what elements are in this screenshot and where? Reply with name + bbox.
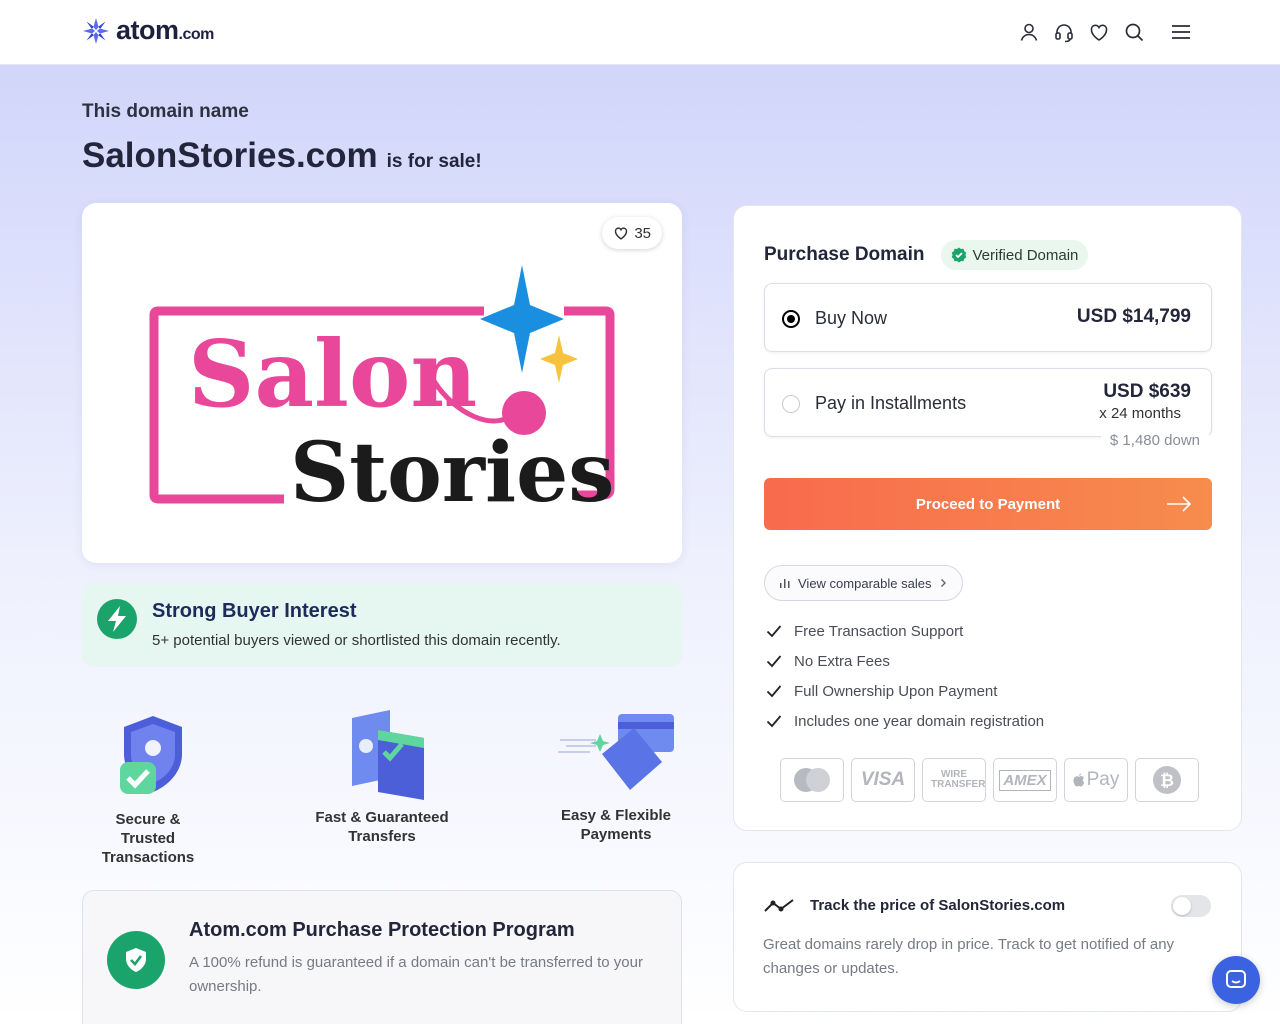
feature-secure-line1: Secure & Trusted bbox=[115, 811, 181, 847]
benefit-item: No Extra Fees bbox=[766, 646, 1044, 676]
domain-logo-card: 35 Salon Stories bbox=[82, 203, 682, 563]
mastercard-icon bbox=[780, 758, 844, 802]
visa-icon: VISA bbox=[851, 758, 915, 802]
view-comparable-sales-button[interactable]: View comparable sales bbox=[764, 565, 964, 601]
user-icon[interactable] bbox=[1018, 21, 1040, 43]
check-icon bbox=[766, 685, 782, 698]
track-price-text: Great domains rarely drop in price. Trac… bbox=[763, 936, 1175, 977]
transfer-folder-icon bbox=[352, 710, 424, 800]
installments-months: x 24 months bbox=[1099, 405, 1181, 422]
logo-wordmark: atom.com bbox=[116, 15, 214, 45]
page-title-row: SalonStories.com is for sale! bbox=[82, 136, 482, 176]
feature-secure: Secure & Trusted Transactions bbox=[88, 712, 208, 867]
benefit-label: Includes one year domain registration bbox=[794, 712, 1045, 730]
benefit-label: Free Transaction Support bbox=[794, 622, 964, 640]
verified-badge: Verified Domain bbox=[940, 240, 1089, 270]
buyer-interest-title: Strong Buyer Interest bbox=[152, 600, 357, 622]
purchase-protection-card: Atom.com Purchase Protection Program A 1… bbox=[82, 890, 682, 1024]
purchase-benefits-list: Free Transaction Support No Extra Fees F… bbox=[766, 616, 1044, 736]
chevron-right-icon bbox=[941, 579, 947, 587]
installments-down-payment: $ 1,480 down bbox=[1100, 429, 1209, 453]
menu-icon[interactable] bbox=[1170, 21, 1192, 43]
header-actions bbox=[1018, 21, 1192, 43]
buy-now-option[interactable]: Buy Now USD $14,799 bbox=[764, 283, 1212, 352]
installments-radio[interactable] bbox=[782, 395, 800, 413]
like-button[interactable]: 35 bbox=[602, 217, 662, 249]
feature-flexible: Easy & Flexible Payments bbox=[556, 710, 676, 844]
heart-icon[interactable] bbox=[1088, 21, 1110, 43]
arrow-right-icon bbox=[1167, 496, 1192, 512]
benefit-label: Full Ownership Upon Payment bbox=[794, 682, 998, 700]
svg-text:₿: ₿ bbox=[1160, 771, 1174, 791]
atom-logo[interactable]: atom.com bbox=[82, 15, 214, 46]
lightning-icon bbox=[97, 599, 137, 639]
track-price-card: Track the price of SalonStories.com Grea… bbox=[733, 862, 1242, 1012]
payment-methods-row: VISA WIRE TRANSFER AMEX Pay ₿ bbox=[780, 758, 1199, 802]
like-count: 35 bbox=[634, 224, 651, 242]
comparable-sales-label: View comparable sales bbox=[798, 575, 932, 591]
check-icon bbox=[766, 715, 782, 728]
chat-icon bbox=[1226, 970, 1246, 988]
protection-text: A 100% refund is guaranteed if a domain … bbox=[189, 954, 643, 995]
buyer-interest-banner: Strong Buyer Interest 5+ potential buyer… bbox=[82, 583, 682, 667]
benefit-item: Includes one year domain registration bbox=[766, 706, 1044, 736]
chat-support-button[interactable] bbox=[1212, 956, 1260, 1004]
heart-icon bbox=[615, 227, 628, 240]
feature-flexible-line2: Payments bbox=[580, 826, 652, 843]
top-navigation-bar: atom.com bbox=[0, 0, 1280, 65]
purchase-header: Purchase Domain Verified Domain bbox=[764, 240, 1089, 270]
installments-option[interactable]: Pay in Installments USD $639 x 24 months bbox=[764, 368, 1212, 437]
brand-line-stories: Stories bbox=[290, 425, 614, 513]
shield-check-icon bbox=[120, 716, 182, 794]
verified-check-icon bbox=[951, 247, 966, 263]
bar-chart-icon bbox=[780, 579, 790, 588]
buyer-interest-text: 5+ potential buyers viewed or shortliste… bbox=[152, 632, 561, 649]
purchase-domain-card: Purchase Domain Verified Domain Buy Now … bbox=[733, 205, 1242, 831]
salon-stories-brand-logo: Salon Stories bbox=[149, 265, 615, 513]
page-eyebrow: This domain name bbox=[82, 101, 249, 122]
feature-fast: Fast & Guaranteed Transfers bbox=[312, 708, 452, 846]
atom-star-icon bbox=[83, 17, 109, 44]
installments-label: Pay in Installments bbox=[815, 393, 967, 413]
feature-fast-line2: Transfers bbox=[348, 828, 416, 845]
protection-title: Atom.com Purchase Protection Program bbox=[189, 919, 575, 941]
verified-label: Verified Domain bbox=[972, 246, 1079, 264]
benefit-item: Full Ownership Upon Payment bbox=[766, 676, 1044, 706]
track-price-toggle[interactable] bbox=[1171, 895, 1211, 917]
for-sale-label: is for sale! bbox=[386, 151, 482, 172]
trend-line-icon bbox=[764, 899, 794, 912]
protection-shield-icon bbox=[107, 931, 165, 989]
track-price-title: Track the price of SalonStories.com bbox=[810, 897, 1066, 914]
feature-secure-line2: Transactions bbox=[101, 849, 195, 866]
benefit-label: No Extra Fees bbox=[794, 652, 890, 670]
wire-transfer-icon: WIRE TRANSFER bbox=[922, 758, 986, 802]
benefit-item: Free Transaction Support bbox=[766, 616, 1044, 646]
domain-title: SalonStories.com bbox=[82, 136, 378, 175]
amex-icon: AMEX bbox=[993, 758, 1057, 802]
headset-icon[interactable] bbox=[1053, 21, 1075, 43]
check-icon bbox=[766, 655, 782, 668]
proceed-to-payment-button[interactable]: Proceed to Payment bbox=[764, 478, 1212, 530]
apple-pay-icon: Pay bbox=[1064, 758, 1128, 802]
brand-line-salon: Salon bbox=[188, 320, 477, 428]
feature-flexible-line1: Easy & Flexible bbox=[560, 807, 672, 824]
buy-now-price: USD $14,799 bbox=[1076, 306, 1191, 327]
proceed-label: Proceed to Payment bbox=[915, 495, 1061, 513]
installments-price: USD $639 bbox=[1103, 381, 1191, 402]
payment-cards-icon bbox=[558, 714, 674, 790]
purchase-title: Purchase Domain bbox=[764, 244, 925, 265]
buy-now-radio[interactable] bbox=[782, 310, 800, 328]
buy-now-label: Buy Now bbox=[815, 308, 888, 328]
check-icon bbox=[766, 625, 782, 638]
search-icon[interactable] bbox=[1123, 21, 1145, 43]
bitcoin-icon: ₿ bbox=[1135, 758, 1199, 802]
feature-fast-line1: Fast & Guaranteed bbox=[315, 809, 449, 826]
